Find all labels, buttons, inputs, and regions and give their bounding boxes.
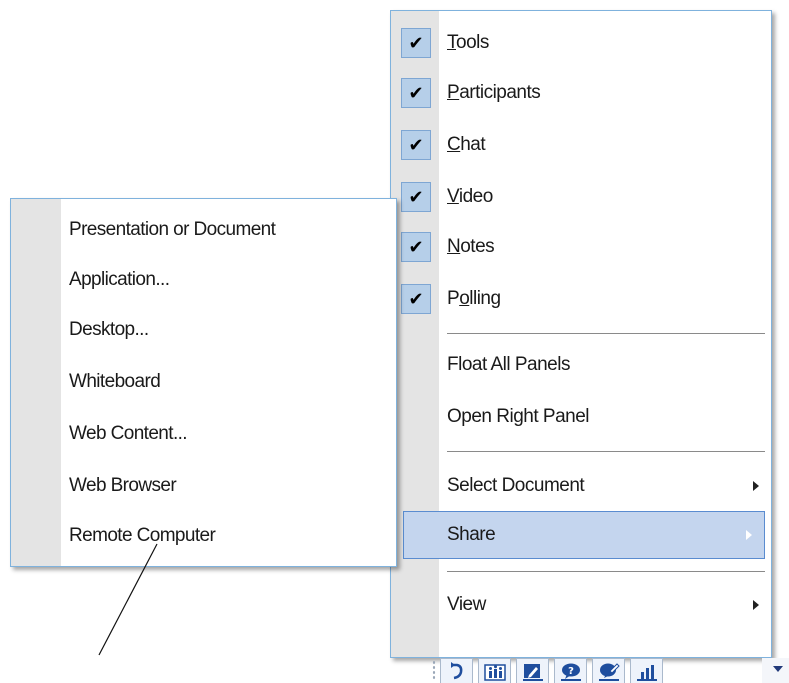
menu-item-float-all-panels[interactable]: Float All Panels bbox=[391, 341, 771, 389]
menu-item-label: Select Document bbox=[447, 475, 585, 496]
menu-item-select-document[interactable]: Select Document bbox=[391, 462, 771, 510]
submenu-arrow-icon bbox=[746, 530, 752, 540]
menu-item-share[interactable]: Share bbox=[403, 511, 765, 559]
submenu-item-label: Presentation or Document bbox=[69, 219, 276, 240]
share-submenu: Presentation or Document Application... … bbox=[10, 198, 397, 567]
menu-item-participants[interactable]: ✔ Participants bbox=[391, 69, 771, 117]
menu-item-open-right-panel[interactable]: Open Right Panel bbox=[391, 393, 771, 441]
q-and-a-icon[interactable]: ? bbox=[554, 658, 587, 683]
attendees-icon[interactable] bbox=[478, 658, 511, 683]
context-menu: ✔ Tools ✔ Participants ✔ Chat ✔ Video ✔ … bbox=[390, 10, 772, 658]
menu-item-label: Tools bbox=[447, 32, 489, 53]
submenu-arrow-icon bbox=[753, 600, 759, 610]
submenu-item-web-content[interactable]: Web Content... bbox=[11, 409, 396, 459]
check-icon: ✔ bbox=[401, 28, 431, 58]
check-icon: ✔ bbox=[401, 78, 431, 108]
menu-item-label: Notes bbox=[447, 236, 495, 257]
submenu-item-label: Web Browser bbox=[69, 475, 177, 496]
menu-separator bbox=[447, 451, 765, 452]
menu-item-chat[interactable]: ✔ Chat bbox=[391, 121, 771, 169]
submenu-item-desktop[interactable]: Desktop... bbox=[11, 305, 396, 355]
menu-item-polling[interactable]: ✔ Polling bbox=[391, 275, 771, 323]
menu-item-label: Float All Panels bbox=[447, 354, 570, 375]
check-icon: ✔ bbox=[401, 130, 431, 160]
check-icon: ✔ bbox=[401, 182, 431, 212]
submenu-item-application[interactable]: Application... bbox=[11, 255, 396, 305]
chevron-down-icon bbox=[773, 666, 783, 672]
toolbar-grip[interactable] bbox=[432, 660, 436, 680]
menu-item-label: Video bbox=[447, 186, 493, 207]
submenu-item-label: Web Content... bbox=[69, 423, 188, 444]
document-edit-icon[interactable] bbox=[516, 658, 549, 683]
menu-item-video[interactable]: ✔ Video bbox=[391, 173, 771, 221]
submenu-item-remote-computer[interactable]: Remote Computer bbox=[11, 511, 396, 561]
submenu-item-label: Whiteboard bbox=[69, 371, 161, 392]
menu-item-label: Polling bbox=[447, 288, 501, 309]
submenu-item-whiteboard[interactable]: Whiteboard bbox=[11, 357, 396, 407]
menu-item-view[interactable]: View bbox=[391, 581, 771, 629]
poll-results-icon[interactable] bbox=[630, 658, 663, 683]
menu-item-label: Chat bbox=[447, 134, 486, 155]
submenu-item-label: Remote Computer bbox=[69, 525, 216, 546]
svg-text:?: ? bbox=[568, 666, 574, 677]
menu-item-label: Open Right Panel bbox=[447, 406, 590, 427]
panel-toolbar: ? bbox=[428, 658, 789, 683]
submenu-item-web-browser[interactable]: Web Browser bbox=[11, 461, 396, 511]
refresh-icon[interactable] bbox=[440, 658, 473, 683]
submenu-item-label: Desktop... bbox=[69, 319, 149, 340]
menu-separator bbox=[447, 571, 765, 572]
annotate-icon[interactable] bbox=[592, 658, 625, 683]
menu-separator bbox=[447, 333, 765, 334]
menu-item-label: Share bbox=[447, 524, 496, 545]
menu-item-label: Participants bbox=[447, 82, 541, 103]
menu-item-label: View bbox=[447, 594, 486, 615]
toolbar-overflow-button[interactable] bbox=[762, 658, 789, 683]
submenu-arrow-icon bbox=[753, 481, 759, 491]
menu-item-tools[interactable]: ✔ Tools bbox=[391, 19, 771, 67]
menu-item-notes[interactable]: ✔ Notes bbox=[391, 223, 771, 271]
submenu-item-label: Application... bbox=[69, 269, 170, 290]
submenu-item-presentation-or-document[interactable]: Presentation or Document bbox=[11, 205, 396, 255]
check-icon: ✔ bbox=[401, 284, 431, 314]
check-icon: ✔ bbox=[401, 232, 431, 262]
